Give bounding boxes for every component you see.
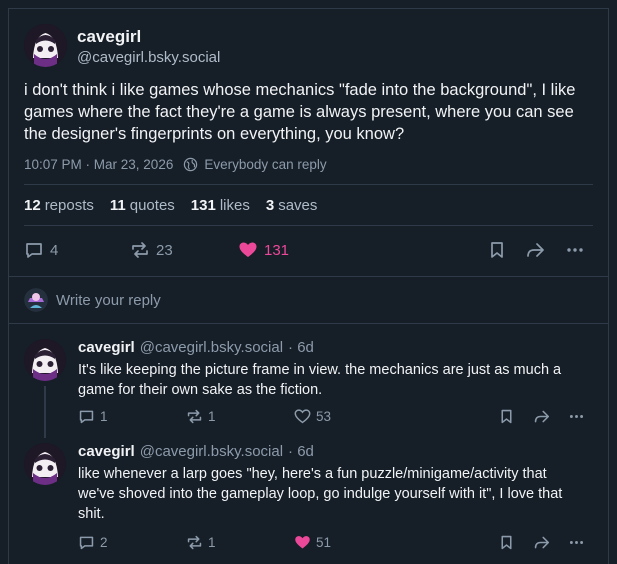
post-text: i don't think i like games whose mechani… (24, 81, 576, 143)
reply-text: It's like keeping the picture frame in v… (78, 362, 562, 398)
like-count: 131 (264, 241, 290, 259)
reply-placeholder: Write your reply (56, 291, 161, 309)
reply-composer[interactable]: Write your reply (24, 288, 161, 312)
share-icon[interactable] (533, 534, 550, 551)
divider (24, 184, 593, 185)
repost-button[interactable]: 23 (130, 240, 173, 260)
reply-author-avatar[interactable] (24, 339, 66, 381)
thread-line (44, 386, 46, 438)
reply-icon (79, 410, 94, 424)
bookmark-icon[interactable] (487, 240, 507, 260)
author-avatar[interactable] (24, 24, 67, 67)
like-button[interactable]: 131 (238, 240, 289, 260)
like-button[interactable]: 51 (294, 534, 331, 551)
likes-stat[interactable]: 131 likes (191, 197, 250, 214)
reply-count: 1 (100, 409, 108, 424)
share-icon[interactable] (533, 408, 550, 425)
saves-stat[interactable]: 3 saves (266, 197, 318, 214)
bookmark-icon[interactable] (498, 534, 515, 551)
repost-count: 23 (156, 241, 173, 259)
divider (9, 323, 608, 324)
reply-setting[interactable]: Everybody can reply (204, 157, 326, 172)
reply-icon (79, 536, 94, 550)
repost-count: 1 (208, 535, 216, 550)
divider (24, 225, 593, 226)
reply-header: cavegirl @cavegirl.bsky.social · 6d (78, 339, 314, 356)
bookmark-icon[interactable] (498, 408, 515, 425)
reply-author-handle[interactable]: @cavegirl.bsky.social (140, 443, 283, 460)
divider (9, 276, 608, 277)
reply-count: 2 (100, 535, 108, 550)
author-name[interactable]: cavegirl (77, 27, 141, 47)
heart-filled-icon (295, 536, 310, 549)
share-icon[interactable] (525, 240, 545, 260)
reply-text: like whenever a larp goes "hey, here's a… (78, 466, 563, 522)
reply-header: cavegirl @cavegirl.bsky.social · 6d (78, 443, 314, 460)
reply-count: 4 (50, 241, 59, 259)
like-count: 53 (316, 409, 332, 424)
repost-icon (132, 242, 148, 258)
like-button[interactable]: 53 (294, 408, 331, 425)
reply-age[interactable]: · 6d (288, 443, 314, 460)
heart-filled-icon (239, 242, 257, 257)
heart-outline-icon (294, 409, 311, 424)
user-avatar (24, 288, 48, 312)
post-timestamp[interactable]: 10:07 PM · Mar 23, 2026 (24, 157, 173, 172)
like-count: 51 (316, 535, 332, 550)
more-options-icon[interactable] (568, 408, 585, 425)
post-meta: 10:07 PM · Mar 23, 2026 Everybody can re… (24, 157, 327, 172)
reposts-stat[interactable]: 12 reposts (24, 197, 94, 214)
reply-button[interactable]: 1 (78, 408, 108, 425)
quotes-stat[interactable]: 11 quotes (110, 197, 175, 214)
reply-button[interactable]: 4 (24, 240, 58, 260)
author-handle[interactable]: @cavegirl.bsky.social (77, 49, 220, 66)
reply-icon (26, 243, 42, 258)
repost-button[interactable]: 1 (186, 534, 216, 551)
reply-author-name[interactable]: cavegirl (78, 339, 135, 356)
more-options-icon[interactable] (568, 534, 585, 551)
reply-age[interactable]: · 6d (288, 339, 314, 356)
repost-count: 1 (208, 409, 216, 424)
engagement-stats: 12 reposts 11 quotes 131 likes 3 saves (24, 197, 317, 214)
reply-button[interactable]: 2 (78, 534, 108, 551)
reply-author-handle[interactable]: @cavegirl.bsky.social (140, 339, 283, 356)
reply-author-name[interactable]: cavegirl (78, 443, 135, 460)
repost-icon (187, 535, 202, 550)
more-options-icon[interactable] (565, 240, 585, 260)
globe-icon (184, 157, 198, 172)
reply-author-avatar[interactable] (24, 443, 66, 485)
repost-button[interactable]: 1 (186, 408, 216, 425)
repost-icon (187, 409, 202, 424)
